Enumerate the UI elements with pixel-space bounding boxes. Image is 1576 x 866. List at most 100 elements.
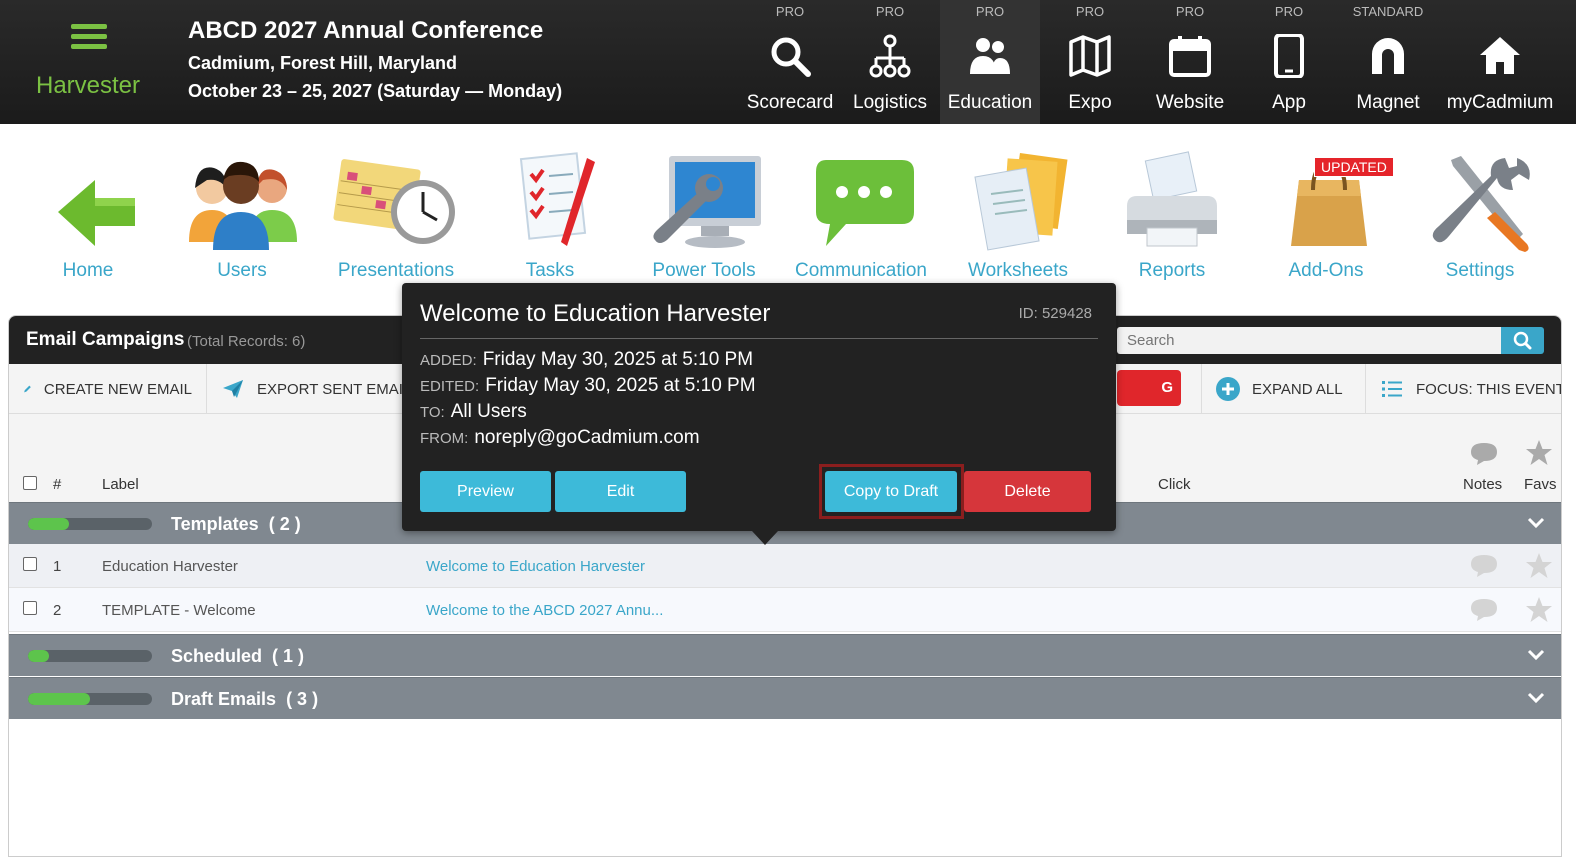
network-icon <box>869 34 911 78</box>
module-expo[interactable]: PRO Expo <box>1040 0 1140 124</box>
group-scheduled[interactable]: Scheduled ( 1 ) <box>9 634 1561 676</box>
module-label: myCadmium <box>1446 92 1554 113</box>
nav-power-tools[interactable]: Power Tools <box>629 150 779 290</box>
row-number: 2 <box>53 602 62 619</box>
from-value: noreply@goCadmium.com <box>474 427 700 448</box>
calendar-clock-icon <box>333 159 455 244</box>
search-button[interactable] <box>1501 327 1544 354</box>
group-count: ( 1 ) <box>272 646 305 666</box>
total-records: (Total Records: 6) <box>187 333 306 350</box>
hamburger-menu-icon[interactable] <box>71 24 107 49</box>
focus-this-event-button[interactable]: FOCUS: THIS EVENT <box>1366 364 1561 414</box>
nav-reports[interactable]: Reports <box>1097 150 1247 290</box>
preview-button[interactable]: Preview <box>420 471 551 512</box>
to-value: All Users <box>450 401 527 422</box>
row-subject-link[interactable]: Welcome to the ABCD 2027 Annu... <box>426 602 663 619</box>
table-row[interactable]: 1 Education Harvester Welcome to Educati… <box>9 544 1561 588</box>
row-checkbox[interactable] <box>23 601 37 615</box>
nav-presentations[interactable]: Presentations <box>321 150 471 290</box>
expand-all-label: EXPAND ALL <box>1252 380 1343 398</box>
search-icon <box>771 37 811 77</box>
module-label: Magnet <box>1356 92 1420 113</box>
nav-label: Communication <box>795 260 927 281</box>
select-all-checkbox[interactable] <box>23 476 37 490</box>
folder-documents-icon <box>974 152 1068 251</box>
brand[interactable]: Harvester <box>0 0 176 124</box>
nav-label: Settings <box>1445 260 1515 281</box>
module-tier: PRO <box>975 4 1005 19</box>
nav-label: Reports <box>1138 260 1206 281</box>
chevron-down-icon[interactable] <box>1527 646 1545 664</box>
module-tier: PRO <box>1075 4 1105 19</box>
module-scorecard[interactable]: PRO Scorecard <box>740 0 840 124</box>
plus-circle-icon <box>1216 377 1240 401</box>
create-new-email-label: CREATE NEW EMAIL <box>43 380 192 398</box>
create-new-email-button[interactable]: CREATE NEW EMAIL <box>9 364 207 414</box>
home-icon <box>1480 37 1520 74</box>
group-title: Draft Emails ( 3 ) <box>171 689 318 710</box>
nav-home[interactable]: Home <box>13 150 163 290</box>
chat-bubble-icon <box>816 160 914 246</box>
nav-users[interactable]: Users <box>167 150 317 290</box>
users-icon <box>189 161 297 250</box>
nav-label: Tasks <box>525 260 575 281</box>
delete-button[interactable]: Delete <box>964 471 1091 512</box>
paper-plane-icon <box>223 380 243 398</box>
column-click: Click <box>1158 476 1191 493</box>
row-checkbox[interactable] <box>23 557 37 571</box>
top-bar: Harvester ABCD 2027 Annual Conference Ca… <box>0 0 1576 124</box>
module-tier: PRO <box>1274 4 1304 19</box>
table-row[interactable]: 2 TEMPLATE - Welcome Welcome to the ABCD… <box>9 588 1561 632</box>
group-count: ( 2 ) <box>268 514 301 534</box>
magnet-icon <box>1372 38 1404 74</box>
to-key: TO: <box>420 404 445 421</box>
search-input[interactable] <box>1117 327 1501 354</box>
popover-arrow <box>752 531 778 545</box>
speech-bubble-icon[interactable] <box>1469 597 1499 623</box>
module-education[interactable]: PRO Education <box>940 0 1040 124</box>
event-dates: October 23 – 25, 2027 (Saturday — Monday… <box>188 81 563 101</box>
video-button[interactable]: G VIDEO <box>1117 370 1181 432</box>
module-label: Expo <box>1068 92 1112 113</box>
export-sent-emails-button[interactable]: EXPORT SENT EMAILS <box>207 364 435 414</box>
progress-fill <box>28 650 50 662</box>
nav-tasks[interactable]: Tasks <box>475 150 625 290</box>
nav-label: Presentations <box>337 260 455 281</box>
nav-label: Worksheets <box>968 260 1068 281</box>
nav-communication[interactable]: Communication <box>783 150 939 290</box>
module-logistics[interactable]: PRO Logistics <box>840 0 940 124</box>
chevron-down-icon[interactable] <box>1527 689 1545 707</box>
group-draft-emails[interactable]: Draft Emails ( 3 ) <box>9 677 1561 719</box>
expand-all-button[interactable]: EXPAND ALL <box>1201 364 1366 414</box>
nav-worksheets[interactable]: Worksheets <box>943 150 1093 290</box>
module-label: App <box>1272 92 1306 113</box>
module-magnet[interactable]: STANDARD Magnet <box>1338 0 1438 124</box>
group-count: ( 3 ) <box>286 689 319 709</box>
edited-line: EDITED: Friday May 30, 2025 at 5:10 PM <box>420 375 756 397</box>
nav-label: Users <box>217 260 267 281</box>
module-app[interactable]: PRO App <box>1240 0 1338 124</box>
module-label: Education <box>947 92 1033 113</box>
module-mycadmium[interactable]: myCadmium <box>1438 0 1562 124</box>
copy-to-draft-button[interactable]: Copy to Draft <box>825 471 957 512</box>
nav-label: Home <box>62 260 114 281</box>
module-tier: STANDARD <box>1352 4 1424 19</box>
group-name: Templates <box>171 514 259 534</box>
star-icon[interactable] <box>1525 552 1553 580</box>
added-line: ADDED: Friday May 30, 2025 at 5:10 PM <box>420 349 753 371</box>
progress-fill <box>28 693 90 705</box>
speech-bubble-icon[interactable] <box>1469 553 1499 579</box>
module-tier: PRO <box>1175 4 1205 19</box>
from-key: FROM: <box>420 430 469 447</box>
star-icon[interactable] <box>1525 596 1553 624</box>
list-icon <box>1382 381 1402 397</box>
map-icon <box>1069 35 1111 77</box>
nav-settings[interactable]: Settings <box>1405 150 1555 290</box>
edit-button[interactable]: Edit <box>555 471 686 512</box>
chevron-down-icon[interactable] <box>1527 514 1545 532</box>
group-title: Scheduled ( 1 ) <box>171 646 304 667</box>
row-subject-link[interactable]: Welcome to Education Harvester <box>426 558 645 575</box>
module-website[interactable]: PRO Website <box>1140 0 1240 124</box>
export-sent-emails-label: EXPORT SENT EMAILS <box>257 380 422 398</box>
nav-label: Add-Ons <box>1288 260 1364 281</box>
